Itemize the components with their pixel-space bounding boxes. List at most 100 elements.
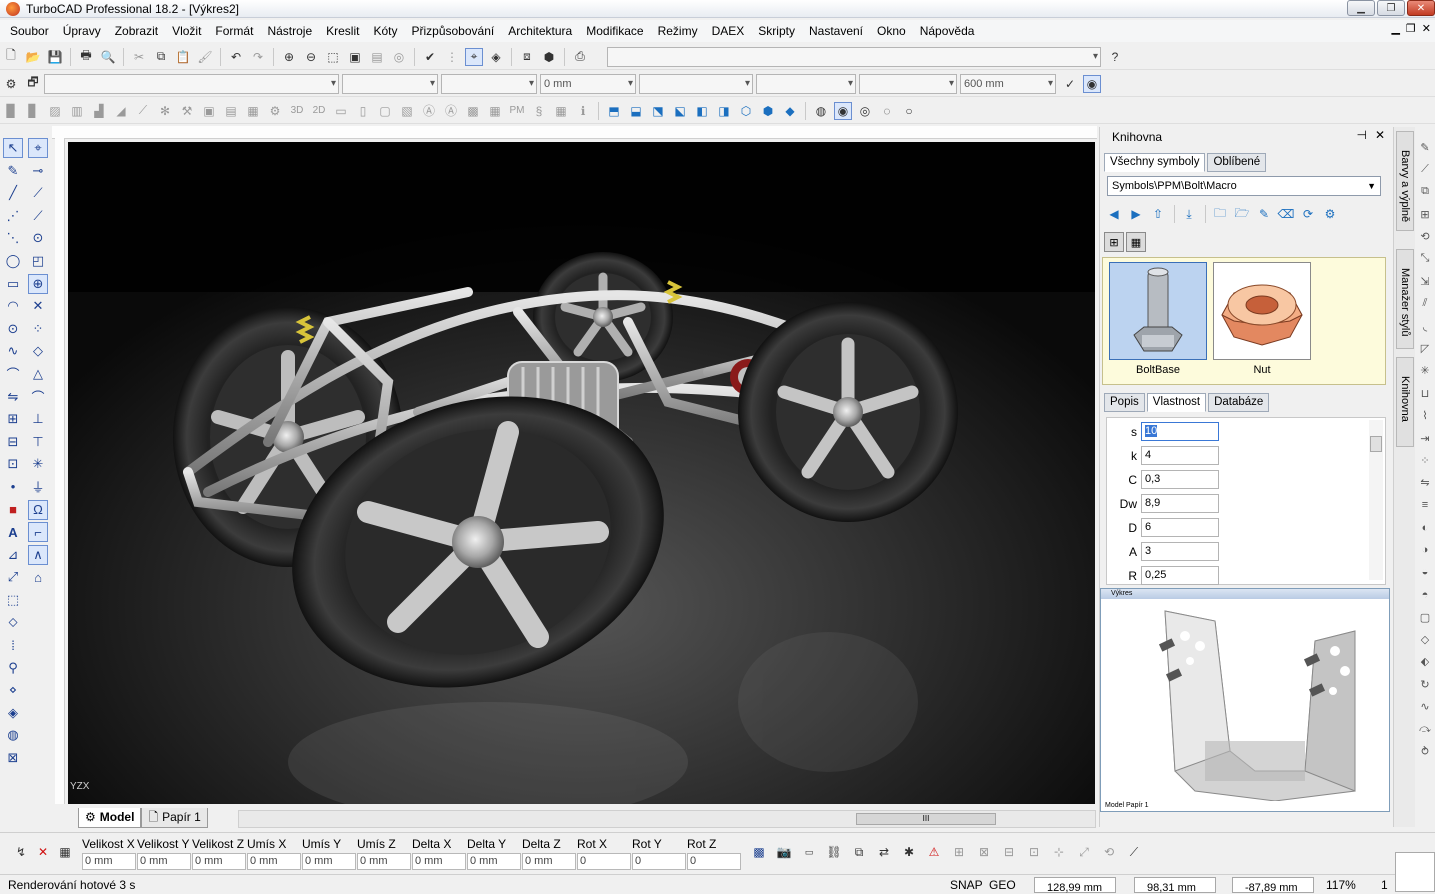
menu-format[interactable]: Formát: [208, 20, 260, 42]
property-value-input[interactable]: 10: [1141, 422, 1219, 441]
revolve-icon[interactable]: ↻: [1416, 674, 1434, 694]
intersect-icon[interactable]: ◒: [1416, 562, 1434, 582]
offset-icon[interactable]: ⫽: [1416, 294, 1434, 314]
block-icon[interactable]: ▣: [200, 102, 218, 120]
grid-icon[interactable]: ⋮: [443, 48, 461, 66]
snap-quadrant-icon[interactable]: ◰: [28, 251, 48, 271]
property-value-input[interactable]: 8,9: [1141, 494, 1219, 513]
cut-icon[interactable]: ✂: [130, 48, 148, 66]
multiline-tool-icon[interactable]: ⋱: [3, 228, 23, 248]
forward-arrow-icon[interactable]: ▶: [1126, 205, 1146, 223]
panel-close-icon[interactable]: ✕: [1375, 128, 1385, 142]
pen-style-combo[interactable]: [441, 73, 537, 94]
sweep2-icon[interactable]: ∿: [1416, 697, 1434, 717]
stairs-icon[interactable]: ▟: [90, 102, 108, 120]
warning-icon[interactable]: ⚠: [925, 843, 943, 861]
mirror-tool-icon[interactable]: ⇋: [3, 387, 23, 407]
mesh-icon[interactable]: ▦: [552, 102, 570, 120]
mdi-close-icon[interactable]: ✕: [1422, 22, 1431, 35]
fill-combo[interactable]: [859, 73, 957, 94]
material-icon[interactable]: ◉: [1083, 74, 1101, 93]
zoom-extents-icon[interactable]: ▣: [346, 48, 364, 66]
print-preview-icon[interactable]: 🔍: [99, 48, 117, 66]
hatch-pattern-icon[interactable]: ▩: [750, 843, 768, 861]
render-icon[interactable]: ◈: [487, 48, 505, 66]
tab-library[interactable]: Knihovna: [1396, 357, 1414, 447]
break-icon[interactable]: ⌇: [1416, 406, 1434, 426]
menu-architektura[interactable]: Architektura: [501, 20, 579, 42]
add-folder-icon[interactable]: 🗁: [1232, 205, 1252, 223]
view-iso-icon[interactable]: ⬡: [737, 102, 755, 120]
link-icon[interactable]: ⛓: [825, 843, 843, 861]
checker-icon[interactable]: ▩: [464, 102, 482, 120]
slice-icon[interactable]: ◓: [1416, 585, 1434, 605]
window-icon[interactable]: ▭: [332, 102, 350, 120]
dpc-icon[interactable]: ▭: [800, 843, 818, 861]
rectangle-tool-icon[interactable]: ▭: [3, 274, 23, 294]
field-velikost-z-input[interactable]: 0 mm: [192, 853, 246, 870]
snap-perpendicular-icon[interactable]: ✕: [28, 296, 48, 316]
scale-icon[interactable]: ⤡: [1416, 249, 1434, 269]
ellipse-tool-icon[interactable]: ⊙: [3, 319, 23, 339]
printer-tool-icon[interactable]: ⊠: [3, 748, 23, 768]
wall-icon[interactable]: ▥: [68, 102, 86, 120]
open-folder-icon[interactable]: 📂: [24, 48, 42, 66]
field-delta-y-input[interactable]: 0 mm: [467, 853, 521, 870]
tab-colors-fills[interactable]: Barvy a výplně: [1396, 131, 1414, 231]
tree-icon[interactable]: ✻: [156, 102, 174, 120]
zoom-page-icon[interactable]: ▤: [368, 48, 386, 66]
array-icon[interactable]: ⁘: [1416, 450, 1434, 470]
snap-tag-icon[interactable]: ⌂: [28, 567, 48, 587]
save-icon[interactable]: 💾: [46, 48, 64, 66]
dimension-tool-icon[interactable]: ⊿: [3, 545, 23, 565]
pointer-cancel-icon[interactable]: ↯: [12, 843, 30, 861]
pattern-combo[interactable]: [639, 73, 753, 94]
blend-icon[interactable]: ◇: [1416, 630, 1434, 650]
chamfer-icon[interactable]: ◸: [1416, 339, 1434, 359]
twist-icon[interactable]: ⥁: [1416, 742, 1434, 762]
layers-icon[interactable]: ⧈: [518, 48, 536, 66]
property-value-input[interactable]: 0,3: [1141, 470, 1219, 489]
menu-kreslit[interactable]: Kreslit: [319, 20, 366, 42]
property-value-input[interactable]: 6: [1141, 518, 1219, 537]
menu-skripty[interactable]: Skripty: [751, 20, 802, 42]
edit-tool-icon[interactable]: ✎: [3, 161, 23, 181]
render-wire-icon[interactable]: ◍: [812, 102, 830, 120]
view-right-icon[interactable]: ⬔: [649, 102, 667, 120]
refresh-folder-icon[interactable]: ⟳: [1298, 205, 1318, 223]
drawing-canvas[interactable]: YZX: [68, 142, 1095, 804]
folder-up-icon[interactable]: ⇧: [1148, 205, 1168, 223]
menu-napoveda[interactable]: Nápověda: [913, 20, 982, 42]
explode-objects-icon[interactable]: ✱: [900, 843, 918, 861]
join-icon[interactable]: ⊔: [1416, 383, 1434, 403]
field-umis-y-input[interactable]: 0 mm: [302, 853, 356, 870]
circle-tool-icon[interactable]: ◯: [3, 251, 23, 271]
spring-icon[interactable]: §: [530, 102, 548, 120]
redo-icon[interactable]: ↷: [249, 48, 267, 66]
delete-folder-icon[interactable]: ⌫: [1276, 205, 1296, 223]
hammer-icon[interactable]: ⚒: [178, 102, 196, 120]
color-tool-icon[interactable]: ■: [3, 500, 23, 520]
field-delta-z-input[interactable]: 0 mm: [522, 853, 576, 870]
align-icon[interactable]: ≡: [1416, 495, 1434, 515]
hatch-icon[interactable]: ▨: [46, 102, 64, 120]
mirror-icon[interactable]: ⇋: [1416, 473, 1434, 493]
back-arrow-icon[interactable]: ◀: [1104, 205, 1124, 223]
text-tool-icon[interactable]: A: [3, 522, 23, 542]
menu-rezimy[interactable]: Režimy: [651, 20, 705, 42]
pick-property-icon[interactable]: ✓: [1061, 75, 1079, 93]
arc-tool-icon[interactable]: ◠: [3, 296, 23, 316]
library-path-select[interactable]: Symbols\PPM\Bolt\Macro: [1107, 176, 1381, 196]
grid-array-icon[interactable]: ⁞: [3, 635, 23, 655]
tab-model[interactable]: ⚙ Model: [78, 808, 142, 828]
field-umis-x-input[interactable]: 0 mm: [247, 853, 301, 870]
field-rot-x-input[interactable]: 0: [577, 853, 631, 870]
menu-upravy[interactable]: Úpravy: [56, 20, 108, 42]
point-tool-icon[interactable]: •: [3, 477, 23, 497]
polyline-tool-icon[interactable]: ⋰: [3, 206, 23, 226]
subtract-icon[interactable]: ◑: [1416, 540, 1434, 560]
3d-text-icon[interactable]: 3D: [288, 102, 306, 120]
tab-vlastnost[interactable]: Vlastnost: [1146, 393, 1207, 412]
block-tool-icon[interactable]: ⊡: [3, 454, 23, 474]
curve-tool-icon[interactable]: ∿: [3, 341, 23, 361]
